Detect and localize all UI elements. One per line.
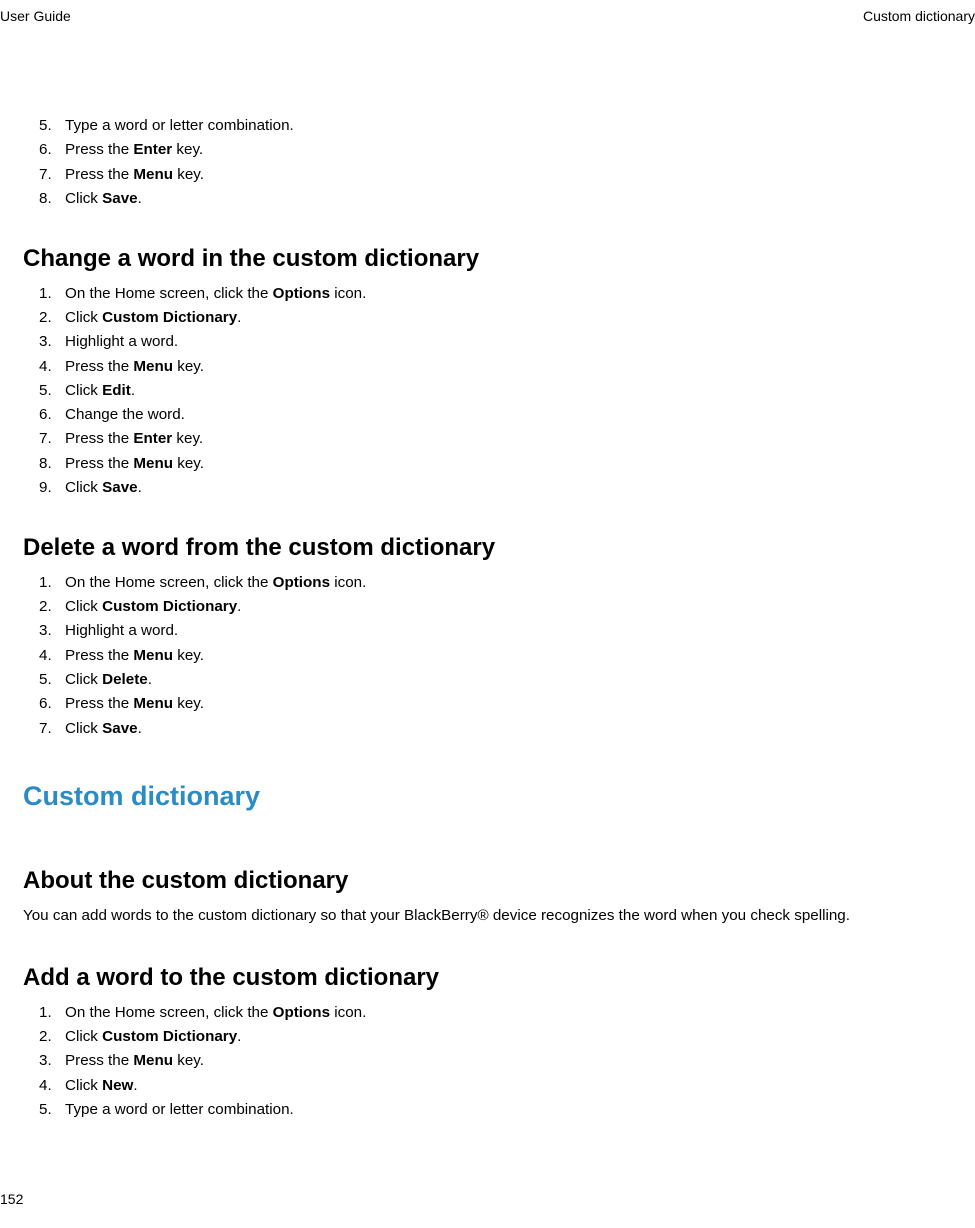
list-item: 4.Press the Menu key.: [39, 356, 952, 379]
list-item: 1.On the Home screen, click the Options …: [39, 1002, 952, 1025]
list-item-text: Press the Menu key.: [65, 356, 952, 379]
delete-steps-list: 1.On the Home screen, click the Options …: [23, 572, 952, 741]
change-steps-list: 1.On the Home screen, click the Options …: [23, 283, 952, 500]
list-item: 8.Press the Menu key.: [39, 453, 952, 476]
list-item: 6.Press the Enter key.: [39, 139, 952, 162]
list-item: 7.Press the Enter key.: [39, 428, 952, 451]
list-item-text: Highlight a word.: [65, 331, 952, 354]
list-item: 8.Click Save.: [39, 188, 952, 211]
list-item-text: On the Home screen, click the Options ic…: [65, 1002, 952, 1025]
list-item: 6.Change the word.: [39, 404, 952, 427]
main-heading: Custom dictionary: [23, 776, 952, 817]
list-item-number: 5.: [39, 115, 65, 138]
list-item-text: Press the Menu key.: [65, 693, 952, 716]
list-item-number: 7.: [39, 164, 65, 187]
list-item-number: 3.: [39, 620, 65, 643]
list-item: 4.Press the Menu key.: [39, 645, 952, 668]
list-item: 3.Press the Menu key.: [39, 1050, 952, 1073]
list-item-text: Press the Menu key.: [65, 164, 952, 187]
continued-steps-list: 5.Type a word or letter combination.6.Pr…: [23, 115, 952, 211]
list-item-number: 5.: [39, 669, 65, 692]
heading-add: Add a word to the custom dictionary: [23, 960, 952, 996]
list-item-text: Change the word.: [65, 404, 952, 427]
list-item-number: 6.: [39, 693, 65, 716]
list-item-text: Press the Menu key.: [65, 1050, 952, 1073]
list-item-number: 5.: [39, 1099, 65, 1122]
list-item: 3.Highlight a word.: [39, 620, 952, 643]
list-item: 7.Press the Menu key.: [39, 164, 952, 187]
list-item-text: Click New.: [65, 1075, 952, 1098]
list-item-number: 6.: [39, 404, 65, 427]
heading-change: Change a word in the custom dictionary: [23, 241, 952, 277]
list-item-text: On the Home screen, click the Options ic…: [65, 572, 952, 595]
list-item-text: Click Save.: [65, 188, 952, 211]
list-item-text: Click Custom Dictionary.: [65, 307, 952, 330]
list-item: 5.Type a word or letter combination.: [39, 115, 952, 138]
list-item-text: Click Edit.: [65, 380, 952, 403]
list-item: 9.Click Save.: [39, 477, 952, 500]
list-item: 5.Click Delete.: [39, 669, 952, 692]
list-item: 2.Click Custom Dictionary.: [39, 596, 952, 619]
heading-about: About the custom dictionary: [23, 863, 952, 899]
list-item-text: Press the Enter key.: [65, 428, 952, 451]
list-item: 1.On the Home screen, click the Options …: [39, 283, 952, 306]
list-item: 3.Highlight a word.: [39, 331, 952, 354]
list-item-number: 4.: [39, 1075, 65, 1098]
list-item-text: Press the Enter key.: [65, 139, 952, 162]
list-item-number: 6.: [39, 139, 65, 162]
page-number: 152: [0, 1189, 23, 1210]
list-item-number: 4.: [39, 645, 65, 668]
list-item-number: 7.: [39, 428, 65, 451]
list-item: 5.Type a word or letter combination.: [39, 1099, 952, 1122]
list-item-number: 1.: [39, 1002, 65, 1025]
list-item-number: 2.: [39, 1026, 65, 1049]
list-item-number: 9.: [39, 477, 65, 500]
list-item-number: 2.: [39, 596, 65, 619]
list-item-number: 1.: [39, 572, 65, 595]
list-item-number: 2.: [39, 307, 65, 330]
list-item: 5.Click Edit.: [39, 380, 952, 403]
list-item-number: 8.: [39, 453, 65, 476]
list-item-text: Click Delete.: [65, 669, 952, 692]
list-item-number: 7.: [39, 718, 65, 741]
list-item-text: On the Home screen, click the Options ic…: [65, 283, 952, 306]
list-item-number: 3.: [39, 1050, 65, 1073]
list-item-text: Press the Menu key.: [65, 645, 952, 668]
list-item-text: Click Save.: [65, 477, 952, 500]
list-item-number: 4.: [39, 356, 65, 379]
list-item-number: 3.: [39, 331, 65, 354]
list-item: 1.On the Home screen, click the Options …: [39, 572, 952, 595]
add-steps-list: 1.On the Home screen, click the Options …: [23, 1002, 952, 1122]
list-item-text: Highlight a word.: [65, 620, 952, 643]
header-right: Custom dictionary: [863, 6, 975, 27]
list-item: 2.Click Custom Dictionary.: [39, 1026, 952, 1049]
list-item-text: Type a word or letter combination.: [65, 1099, 952, 1122]
list-item: 6.Press the Menu key.: [39, 693, 952, 716]
header-left: User Guide: [0, 6, 71, 27]
list-item: 4.Click New.: [39, 1075, 952, 1098]
list-item-number: 5.: [39, 380, 65, 403]
page-header: User Guide Custom dictionary: [0, 0, 975, 27]
list-item-text: Click Custom Dictionary.: [65, 596, 952, 619]
list-item-text: Click Save.: [65, 718, 952, 741]
heading-delete: Delete a word from the custom dictionary: [23, 530, 952, 566]
about-paragraph: You can add words to the custom dictiona…: [23, 905, 952, 928]
list-item-text: Click Custom Dictionary.: [65, 1026, 952, 1049]
list-item-number: 1.: [39, 283, 65, 306]
list-item-text: Type a word or letter combination.: [65, 115, 952, 138]
list-item: 7.Click Save.: [39, 718, 952, 741]
list-item: 2.Click Custom Dictionary.: [39, 307, 952, 330]
list-item-text: Press the Menu key.: [65, 453, 952, 476]
list-item-number: 8.: [39, 188, 65, 211]
